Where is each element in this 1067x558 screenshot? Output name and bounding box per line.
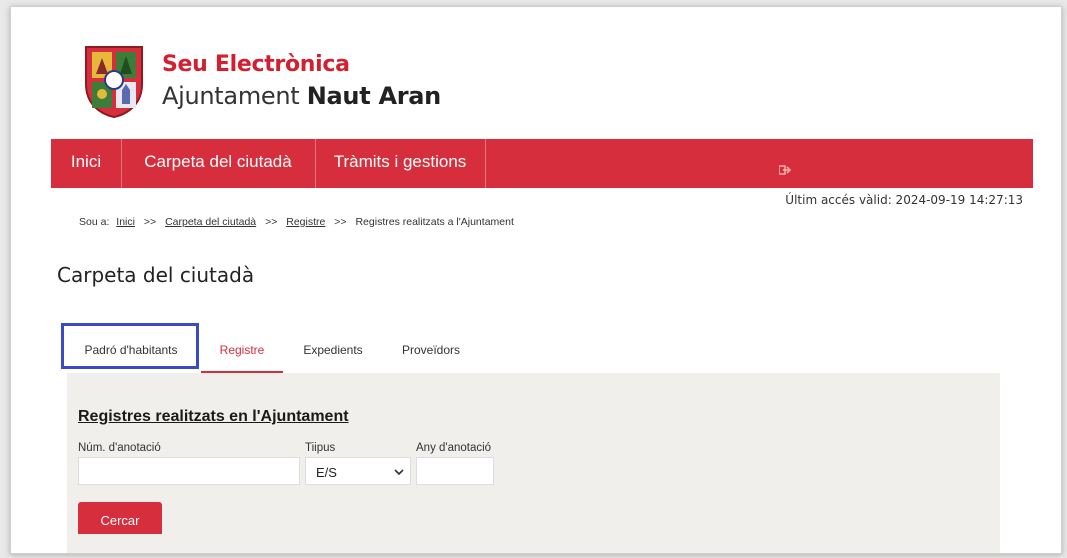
breadcrumb-separator: >>	[265, 216, 278, 228]
search-button[interactable]: Cercar	[78, 502, 162, 534]
breadcrumb-separator: >>	[334, 216, 347, 228]
chevron-down-icon	[394, 469, 404, 476]
brand-subtitle-prefix: Ajuntament	[162, 82, 300, 110]
breadcrumb-prefix: Sou a:	[79, 216, 110, 228]
any-anotacio-label: Any d'anotació	[416, 442, 492, 454]
breadcrumb: Sou a: Inici >> Carpeta del ciutadà >> R…	[79, 216, 514, 228]
nav-item-inici[interactable]: Inici	[51, 139, 122, 188]
breadcrumb-link-inici[interactable]: Inici	[116, 216, 135, 228]
breadcrumb-link-registre[interactable]: Registre	[286, 216, 325, 228]
nav-item-tramits[interactable]: Tràmits i gestions	[315, 139, 486, 188]
logout-icon[interactable]	[779, 164, 791, 176]
browser-frame: Seu Electrònica Ajuntament Naut Aran Ini…	[10, 6, 1062, 554]
tab-registre[interactable]: Registre	[201, 335, 283, 373]
tab-proveidors[interactable]: Proveïdors	[393, 335, 469, 371]
tipus-label: Tiipus	[305, 442, 336, 454]
panel-title: Registres realitzats en l'Ajuntament	[78, 408, 349, 425]
search-panel: Registres realitzats en l'Ajuntament Núm…	[67, 373, 1000, 553]
tab-expedients[interactable]: Expedients	[295, 335, 371, 371]
tipus-select-value: E/S	[316, 465, 337, 480]
any-anotacio-input[interactable]	[416, 457, 494, 485]
highlight-annotation-box	[61, 323, 199, 369]
last-access-text: Últim accés vàlid: 2024-09-19 14:27:13	[785, 193, 1023, 207]
breadcrumb-current: Registres realitzats a l'Ajuntament	[355, 216, 514, 228]
brand-subtitle: Ajuntament Naut Aran	[162, 82, 441, 110]
num-anotacio-input[interactable]	[78, 457, 300, 485]
brand-title: Seu Electrònica	[162, 52, 350, 77]
breadcrumb-link-carpeta[interactable]: Carpeta del ciutadà	[165, 216, 256, 228]
breadcrumb-separator: >>	[143, 216, 157, 228]
municipal-coat-of-arms-logo	[85, 46, 143, 119]
tipus-select[interactable]: E/S	[305, 457, 411, 485]
page-title: Carpeta del ciutadà	[57, 263, 255, 287]
brand-subtitle-name: Naut Aran	[306, 82, 441, 110]
nav-item-carpeta[interactable]: Carpeta del ciutadà	[121, 139, 316, 188]
num-anotacio-label: Núm. d'anotació	[78, 442, 161, 454]
main-navbar: Inici Carpeta del ciutadà Tràmits i gest…	[51, 139, 1033, 188]
